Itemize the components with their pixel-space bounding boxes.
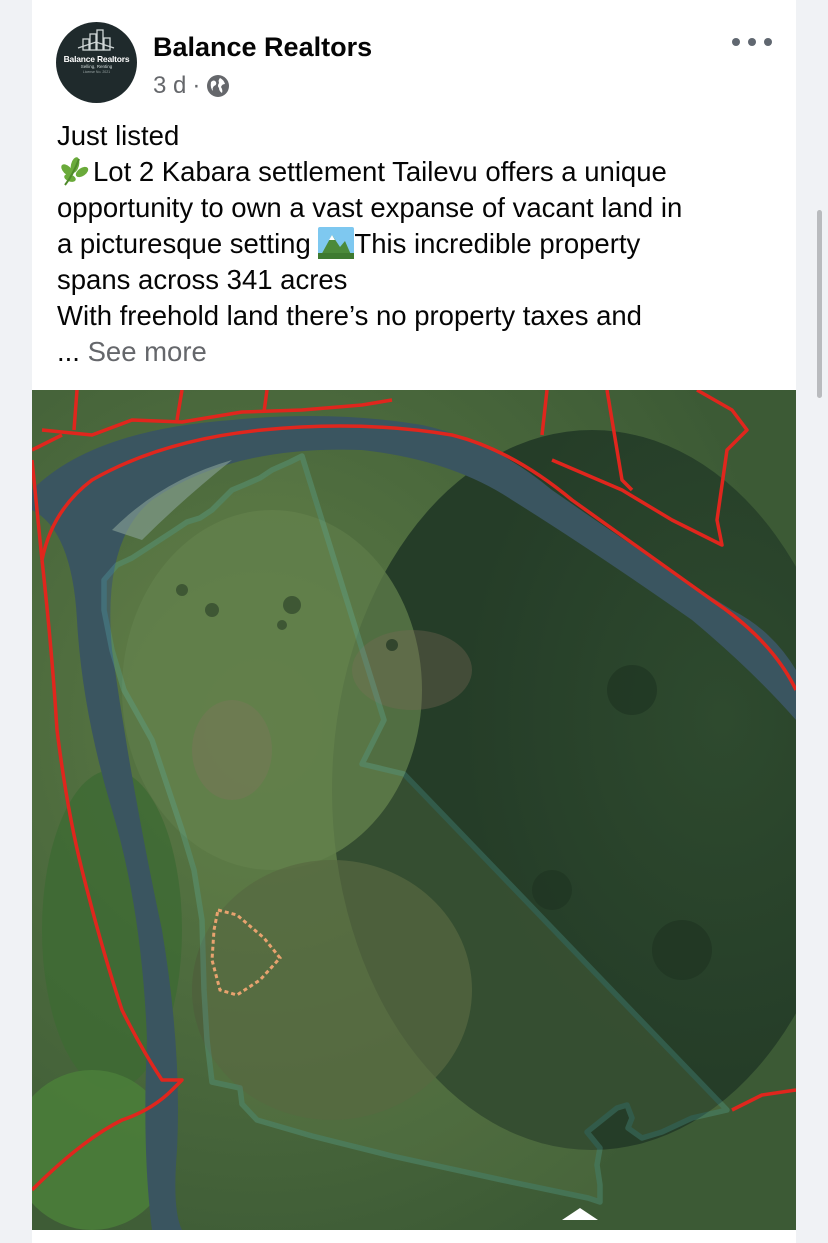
more-options-button[interactable] — [732, 30, 772, 54]
page-avatar[interactable]: Balance Realtors Selling, Renting Licens… — [56, 22, 137, 103]
post-text-line: a picturesque setting This incredible pr… — [57, 226, 787, 262]
avatar-logo-subtext: Selling, Renting — [80, 64, 113, 69]
post-text-line: spans across 341 acres — [57, 264, 348, 295]
post-text-line: Just listed — [57, 120, 180, 151]
meta-separator: · — [192, 72, 201, 99]
post-text-line-segment: a picturesque setting — [57, 228, 311, 259]
post-text-line-segment: This incredible property — [354, 228, 641, 259]
more-horizontal-icon — [732, 38, 740, 46]
post-text-line: With freehold land there’s no property t… — [57, 300, 642, 331]
post-card: Balance Realtors Selling, Renting Licens… — [32, 0, 796, 1243]
post-meta: 3 d · — [153, 70, 230, 102]
post-text: Just listed Lot 2 Kabara settlement Tail… — [57, 118, 787, 370]
see-more-link[interactable]: See more — [88, 336, 207, 367]
ellipsis: ... — [57, 336, 80, 367]
post-time[interactable]: 3 d — [153, 72, 186, 100]
avatar-logo-license: License No. 2021 — [82, 70, 111, 74]
post-text-line: Lot 2 Kabara settlement Tailevu offers a… — [57, 154, 787, 190]
scrollbar[interactable] — [817, 210, 822, 398]
post-photo[interactable] — [32, 390, 796, 1230]
page-name[interactable]: Balance Realtors — [153, 32, 372, 63]
aerial-land-map-image — [32, 390, 796, 1230]
post-text-line-segment: Lot 2 Kabara settlement Tailevu offers a… — [93, 156, 667, 187]
avatar-logo-text: Balance Realtors — [63, 54, 130, 64]
globe-icon[interactable] — [206, 74, 230, 98]
post-text-line: opportunity to own a vast expanse of vac… — [57, 192, 683, 223]
post-text-line: ... See more — [57, 334, 787, 370]
